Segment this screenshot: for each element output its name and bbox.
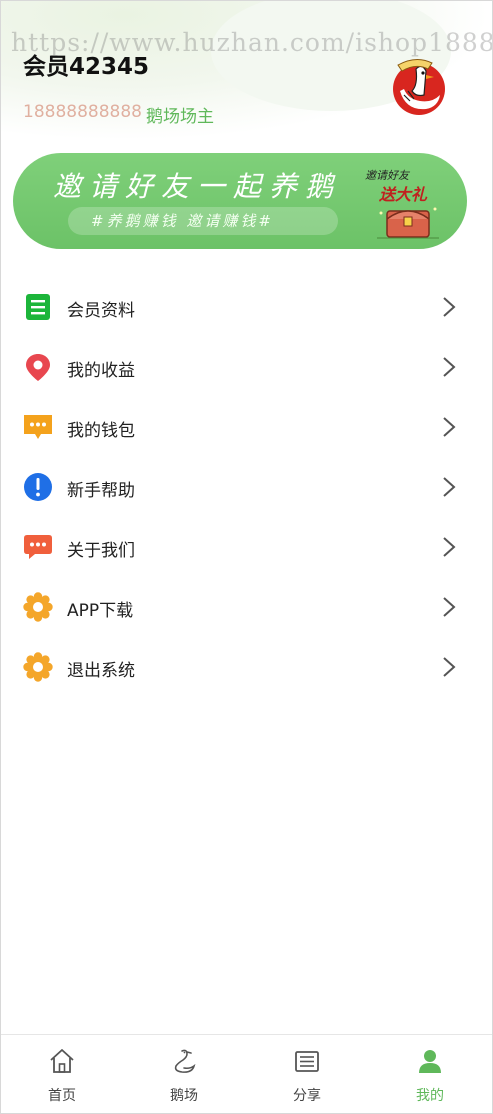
location-pin-icon [26,354,50,381]
menu-item-label: APP下载 [67,601,134,621]
menu-item-about-us[interactable]: 关于我们 [1,517,492,577]
menu-item-app-download[interactable]: APP下载 [1,577,492,637]
menu-item-label: 我的收益 [67,361,135,381]
chevron-right-icon [443,657,456,677]
menu-item-beginner-help[interactable]: 新手帮助 [1,457,492,517]
gear-icon [23,652,53,682]
menu-item-my-earnings[interactable]: 我的收益 [1,337,492,397]
menu-item-my-wallet[interactable]: 我的钱包 [1,397,492,457]
tab-label: 首页 [48,1088,76,1104]
tab-goose-farm[interactable]: 鹅场 [123,1035,245,1113]
list-icon [26,294,50,320]
tab-mine[interactable]: 我的 [369,1035,491,1113]
message-icon [24,535,52,559]
menu-item-logout[interactable]: 退出系统 [1,637,492,697]
menu-item-label: 我的钱包 [67,421,135,441]
chat-bubble-icon [24,415,52,439]
invite-banner[interactable]: 邀请好友一起养鹅 #养鹅赚钱 邀请赚钱# 邀请好友 送大礼 [13,153,467,249]
menu-list: 会员资料 我的收益 我的钱包 新手帮助 关于我们 APP下载 退出系统 [1,277,492,697]
tab-label: 我的 [416,1088,444,1104]
tab-share[interactable]: 分享 [246,1035,368,1113]
chevron-right-icon [443,597,456,617]
user-icon [419,1050,441,1073]
chevron-right-icon [443,417,456,437]
avatar-goose-logo[interactable] [386,51,452,117]
menu-item-label: 退出系统 [67,661,135,681]
chevron-right-icon [443,477,456,497]
share-icon [295,1051,319,1072]
goose-icon [174,1049,196,1073]
bottom-tab-bar: 首页 鹅场 分享 我的 [1,1034,492,1113]
chevron-right-icon [443,537,456,557]
chevron-right-icon [443,297,456,317]
treasure-chest-icon [377,207,439,239]
phone-number: 18888888888 [23,102,142,122]
home-icon [50,1049,74,1073]
tab-label: 分享 [293,1088,321,1104]
member-role: 鹅场场主 [146,107,214,127]
menu-item-label: 新手帮助 [67,481,135,501]
tab-home[interactable]: 首页 [1,1035,123,1113]
tab-label: 鹅场 [170,1088,198,1104]
banner-title: 邀请好友一起养鹅 [53,170,342,203]
gear-icon [23,592,53,622]
info-icon [24,473,52,501]
menu-item-member-profile[interactable]: 会员资料 [1,277,492,337]
member-title: 会员42345 [23,54,150,80]
menu-item-label: 关于我们 [67,541,135,561]
app-screen: https://www.huzhan.com/ishop18887 会员4234… [0,0,493,1114]
menu-item-label: 会员资料 [67,301,135,321]
banner-subtitle: #养鹅赚钱 邀请赚钱# [91,212,274,230]
chevron-right-icon [443,357,456,377]
